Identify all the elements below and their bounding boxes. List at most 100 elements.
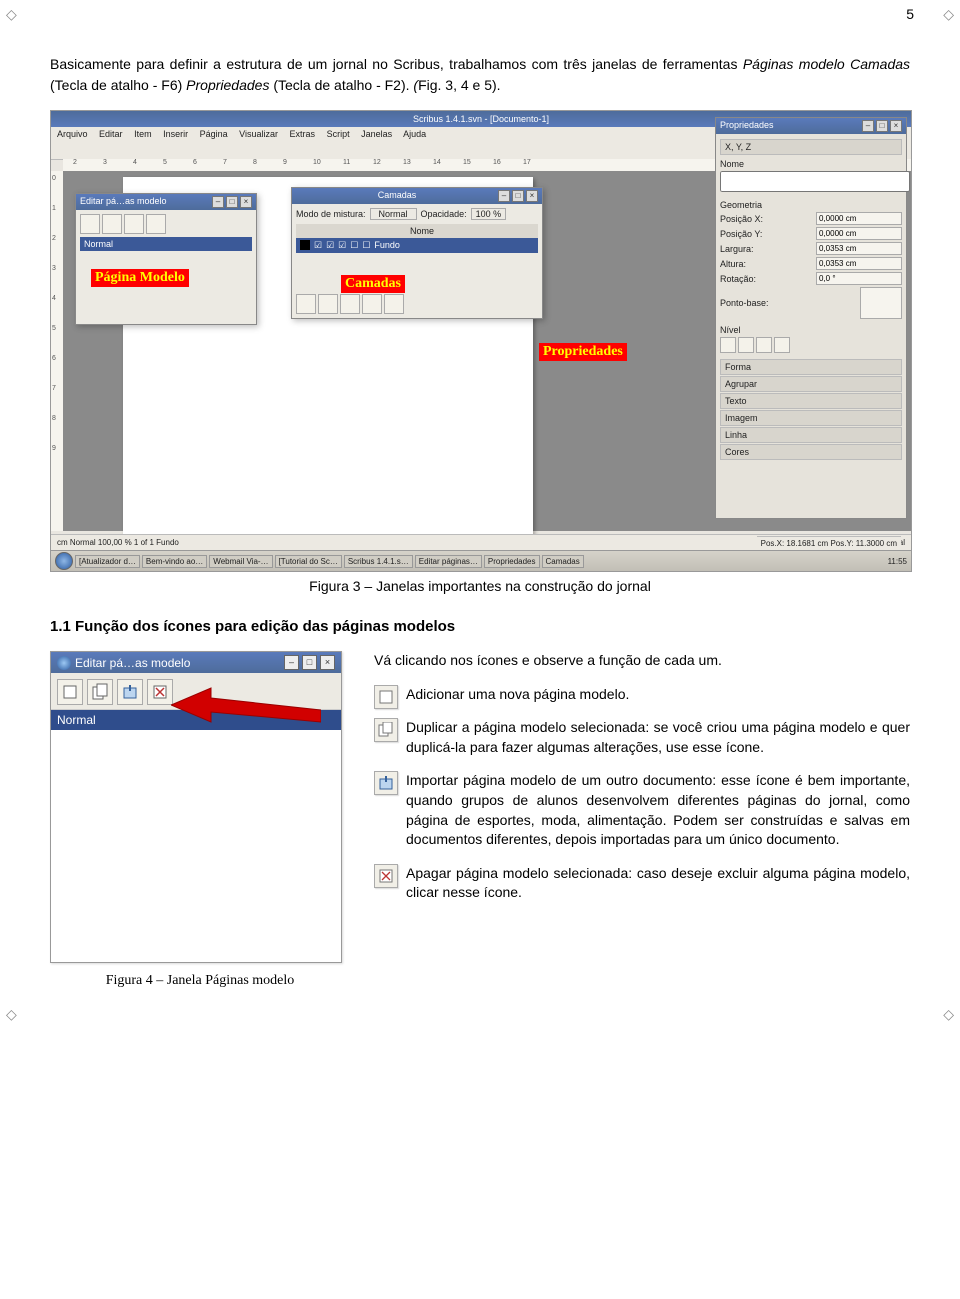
- minimize-icon[interactable]: –: [862, 120, 874, 132]
- list-item[interactable]: Normal: [51, 710, 341, 730]
- blend-mode-select[interactable]: Normal: [370, 208, 417, 220]
- position-readout: Pos.X: 18.1681 cm Pos.Y: 11.3000 cm: [757, 536, 901, 551]
- menu-item[interactable]: Arquivo: [57, 129, 88, 139]
- taskbar-item[interactable]: Scribus 1.4.1.s…: [344, 555, 413, 568]
- minimize-icon[interactable]: –: [498, 190, 510, 202]
- section-forma[interactable]: Forma: [720, 359, 902, 375]
- width-input[interactable]: [816, 242, 902, 255]
- edit-master-pages-window[interactable]: Editar pá…as modelo – □ × Normal: [75, 193, 257, 325]
- figure-3-caption: Figura 3 – Janelas importantes na constr…: [50, 578, 910, 594]
- annotation-propriedades: Propriedades: [539, 343, 627, 361]
- posx-input[interactable]: [816, 212, 902, 225]
- rotation-input[interactable]: [816, 272, 902, 285]
- add-page-icon[interactable]: [57, 679, 83, 705]
- menu-item[interactable]: Inserir: [163, 129, 188, 139]
- figure-4-caption: Figura 4 – Janela Páginas modelo: [50, 973, 350, 989]
- menu-item[interactable]: Extras: [290, 129, 316, 139]
- label-nivel: Nível: [720, 325, 902, 335]
- taskbar-item[interactable]: [Atualizador d…: [75, 555, 140, 568]
- duplicate-page-icon: [374, 718, 398, 742]
- level-top-icon[interactable]: [756, 337, 772, 353]
- close-icon[interactable]: ×: [320, 655, 335, 670]
- window-titlebar[interactable]: Editar pá…as modelo – □ ×: [76, 194, 256, 210]
- intro-paragraph: Basicamente para definir a estrutura de …: [50, 54, 910, 96]
- delete-page-icon[interactable]: [146, 214, 166, 234]
- import-page-icon[interactable]: [124, 214, 144, 234]
- level-up-icon[interactable]: [720, 337, 736, 353]
- restore-icon[interactable]: □: [512, 190, 524, 202]
- section-heading: 1.1 Função dos ícones para edição das pá…: [50, 618, 910, 635]
- label-geometria: Geometria: [720, 200, 902, 210]
- section-agrupar[interactable]: Agrupar: [720, 376, 902, 392]
- import-page-icon: [374, 771, 398, 795]
- move-up-icon[interactable]: [362, 294, 382, 314]
- desc-import: Importar página modelo de um outro docum…: [406, 771, 910, 849]
- height-input[interactable]: [816, 257, 902, 270]
- properties-panel[interactable]: Propriedades – □ × X, Y, Z Nome Geometri…: [715, 117, 907, 519]
- add-layer-icon[interactable]: [296, 294, 316, 314]
- annotation-pagina-modelo: Página Modelo: [91, 269, 189, 287]
- taskbar-item[interactable]: Editar páginas…: [415, 555, 482, 568]
- close-icon[interactable]: ×: [526, 190, 538, 202]
- section-imagem[interactable]: Imagem: [720, 410, 902, 426]
- start-button[interactable]: [55, 552, 73, 570]
- menu-item[interactable]: Ajuda: [403, 129, 426, 139]
- section-xyz[interactable]: X, Y, Z: [720, 139, 902, 155]
- layers-window[interactable]: Camadas – □ × Modo de mistura: Normal Op…: [291, 187, 543, 319]
- section-linha[interactable]: Linha: [720, 427, 902, 443]
- minimize-icon[interactable]: –: [284, 655, 299, 670]
- list-item[interactable]: Normal: [80, 237, 252, 251]
- deco-diamond: ◇: [943, 1006, 954, 1023]
- opacity-input[interactable]: 100 %: [471, 208, 507, 220]
- window-titlebar[interactable]: Propriedades – □ ×: [716, 118, 906, 134]
- app-icon: [57, 656, 71, 670]
- master-page-list[interactable]: Normal: [51, 710, 341, 960]
- toolbar: [51, 673, 341, 710]
- duplicate-page-icon[interactable]: [102, 214, 122, 234]
- duplicate-layer-icon[interactable]: [340, 294, 360, 314]
- name-input[interactable]: [720, 171, 910, 192]
- minimize-icon[interactable]: –: [212, 196, 224, 208]
- desc-duplicate: Duplicar a página modelo selecionada: se…: [406, 718, 910, 757]
- basepoint-widget[interactable]: [860, 287, 902, 319]
- taskbar[interactable]: [Atualizador d… Bem-vindo ao… Webmail Vi…: [51, 550, 911, 571]
- section-texto[interactable]: Texto: [720, 393, 902, 409]
- move-down-icon[interactable]: [384, 294, 404, 314]
- taskbar-item[interactable]: Camadas: [542, 555, 584, 568]
- taskbar-item[interactable]: Propriedades: [484, 555, 540, 568]
- import-page-icon[interactable]: [117, 679, 143, 705]
- restore-icon[interactable]: □: [226, 196, 238, 208]
- menu-item[interactable]: Item: [134, 129, 152, 139]
- menu-item[interactable]: Página: [200, 129, 228, 139]
- desc-intro: Vá clicando nos ícones e observe a funçã…: [374, 651, 910, 671]
- deco-diamond: ◇: [6, 1006, 17, 1023]
- posy-input[interactable]: [816, 227, 902, 240]
- level-down-icon[interactable]: [738, 337, 754, 353]
- layer-row[interactable]: ☑☑☑☐☐ Fundo: [296, 238, 538, 253]
- restore-icon[interactable]: □: [876, 120, 888, 132]
- taskbar-item[interactable]: Webmail Via-…: [209, 555, 272, 568]
- delete-page-icon: [374, 864, 398, 888]
- menu-item[interactable]: Visualizar: [239, 129, 278, 139]
- window-titlebar[interactable]: Camadas – □ ×: [292, 188, 542, 204]
- level-bottom-icon[interactable]: [774, 337, 790, 353]
- close-icon[interactable]: ×: [890, 120, 902, 132]
- delete-layer-icon[interactable]: [318, 294, 338, 314]
- desc-add: Adicionar uma nova página modelo.: [406, 685, 629, 705]
- deco-diamond: ◇: [943, 6, 954, 23]
- taskbar-item[interactable]: [Tutorial do Sc…: [275, 555, 342, 568]
- delete-page-icon[interactable]: [147, 679, 173, 705]
- taskbar-item[interactable]: Bem-vindo ao…: [142, 555, 207, 568]
- add-page-icon[interactable]: [80, 214, 100, 234]
- menu-item[interactable]: Editar: [99, 129, 123, 139]
- close-icon[interactable]: ×: [240, 196, 252, 208]
- menu-item[interactable]: Script: [327, 129, 350, 139]
- section-cores[interactable]: Cores: [720, 444, 902, 460]
- window-titlebar[interactable]: Editar pá…as modelo – □ ×: [51, 652, 341, 673]
- menu-item[interactable]: Janelas: [361, 129, 392, 139]
- duplicate-page-icon[interactable]: [87, 679, 113, 705]
- desc-delete: Apagar página modelo selecionada: caso d…: [406, 864, 910, 903]
- annotation-camadas: Camadas: [341, 275, 405, 293]
- deco-diamond: ◇: [6, 6, 17, 23]
- restore-icon[interactable]: □: [302, 655, 317, 670]
